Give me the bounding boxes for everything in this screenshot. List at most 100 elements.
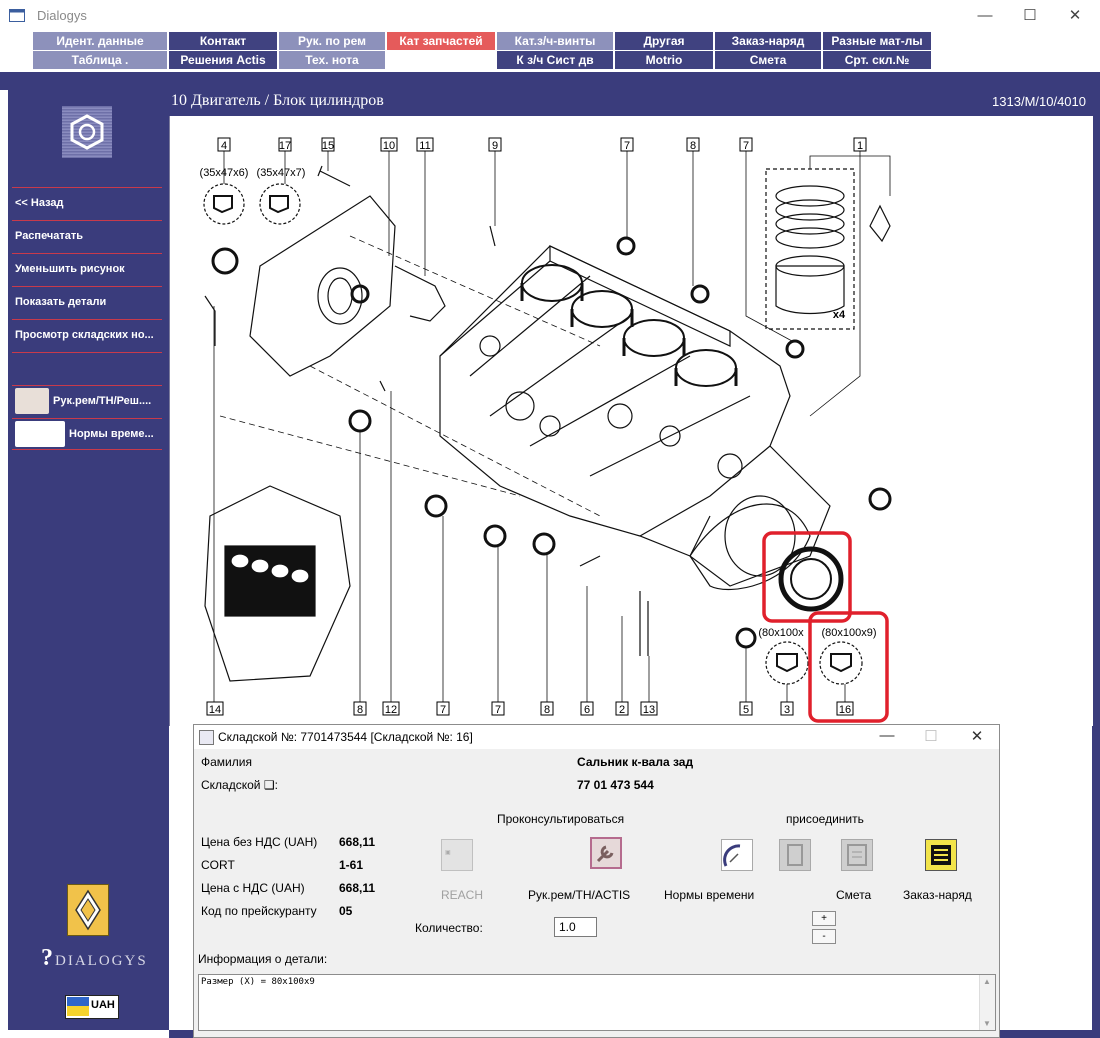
qty-decrement-button[interactable]: - [812,929,836,944]
callout-bottom-2: 2 [615,701,629,716]
tab-engine-parts[interactable]: К з/ч Сист дв [497,51,613,69]
estimate-button[interactable] [841,839,873,871]
tab-materials[interactable]: Разные мат-лы [823,32,931,50]
sidebar-item-print[interactable]: Распечатать [12,220,162,252]
reach-label: REACH [441,888,484,902]
dialog-app-icon [199,730,214,745]
scroll-down-icon[interactable]: ▼ [983,1019,991,1028]
right-strip [1092,90,1100,1038]
gauge-icon [723,844,741,867]
svg-text:5: 5 [743,704,749,716]
tab-screws[interactable]: Кат.з/ч-винты [497,32,613,50]
tab-parts-catalog[interactable]: Кат запчастей [387,32,495,50]
maximize-button[interactable]: ☐ [1007,0,1053,31]
price-vat-value: 668,11 [339,881,376,895]
svg-text:1: 1 [857,140,863,152]
dialog-maximize-button[interactable]: ☐ [916,727,946,745]
nav-band [0,72,1100,90]
stock-label: Складской ❑: [201,778,278,792]
tab-tech-note[interactable]: Тех. нота [279,51,385,69]
callout-top-17: 17 [278,137,292,152]
parts-diagram[interactable]: 4 17 15 10 11 9 7 8 7 1 (35x47x6) (35x47… [169,116,1093,726]
scroll-up-icon[interactable]: ▲ [983,977,991,986]
size-label-1: (35x47x6) [200,167,249,179]
info-scrollbar[interactable]: ▲ ▼ [979,975,995,1030]
tab-repair[interactable]: Рук. по рем [279,32,385,50]
svg-text:16: 16 [839,704,851,716]
qty-increment-button[interactable]: + [812,911,836,926]
callout-top-1: 1 [853,137,867,152]
svg-text:11: 11 [419,140,430,152]
norms-label: Нормы времени [664,888,755,902]
window-titlebar: Dialogys — ☐ ✕ [0,0,1100,32]
callout-bottom-8b: 8 [540,701,554,716]
tab-actis[interactable]: Решения Actis [169,51,277,69]
dialog-close-button[interactable]: ✕ [962,727,992,745]
sidebar-item-zoom-out[interactable]: Уменьшить рисунок [12,253,162,285]
svg-text:7: 7 [624,140,630,152]
catalog-code: 1313/M/10/4010 [992,94,1086,109]
sidebar-shortcut-repair-label: Рук.рем/TH/Реш.... [53,395,152,407]
callout-bottom-5: 5 [739,701,753,716]
qty-input[interactable]: 1.0 [554,917,597,937]
qty-label: Количество: [415,921,483,935]
sidebar-shortcut-norms-label: Нормы време... [69,428,154,440]
tab-contact[interactable]: Контакт [169,32,277,50]
sidebar-shortcut-repair[interactable]: Рук.рем/TH/Реш.... [12,385,162,417]
size-label-4: (80x100x9) [821,627,876,639]
actis-label: Рук.рем/TH/ACTIS [528,888,631,902]
tab-stock-no[interactable]: Срт. скл.№ [823,51,931,69]
tab-table[interactable]: Таблица . [33,51,167,69]
callout-top-4: 4 [217,137,231,152]
svg-text:17: 17 [279,140,291,152]
svg-text:2: 2 [619,704,625,716]
info-textarea[interactable]: Размер (X) = 80x100x9 ▲ ▼ [198,974,996,1031]
sidebar-item-show-details[interactable]: Показать детали [12,286,162,318]
sidebar-item-stock-view[interactable]: Просмотр складских но... [12,319,162,351]
flag-icon [67,997,89,1006]
callout-bottom-8a: 8 [353,701,367,716]
price-no-vat-label: Цена без НДС (UAH) [201,835,318,849]
svg-text:7: 7 [743,140,749,152]
svg-text:8: 8 [690,140,696,152]
sidebar-shortcut-norms[interactable]: Нормы време... [12,418,162,450]
currency-badge: UAH [65,995,119,1019]
currency-label: UAH [91,999,115,1011]
hex-nut-logo-icon [62,106,112,158]
svg-text:9: 9 [492,140,498,152]
tab-other[interactable]: Другая [615,32,713,50]
order-button[interactable] [925,839,957,871]
price-vat-label: Цена с НДС (UAH) [201,881,305,895]
stock-value: 77 01 473 544 [577,778,654,792]
info-text: Размер (X) = 80x100x9 [201,977,315,987]
part-details-dialog: Складской №: 7701473544 [Складской №: 16… [193,724,1000,1038]
minimize-button[interactable]: — [962,0,1008,31]
close-button[interactable]: ✕ [1052,0,1098,31]
reach-button[interactable]: ▣ [441,839,473,871]
dialog-minimize-button[interactable]: — [872,727,902,744]
engine-block-drawing: 4 17 15 10 11 9 7 8 7 1 (35x47x6) (35x47… [200,137,892,723]
document-icon [787,844,803,866]
attach-button-1[interactable] [779,839,811,871]
family-value: Сальник к-вала зад [577,755,694,769]
callout-top-9: 9 [488,137,502,152]
actis-button[interactable] [590,837,622,869]
callout-bottom-16: 16 [836,701,854,716]
callout-bottom-7b: 7 [491,701,505,716]
cort-label: CORT [201,858,235,872]
dialog-title: Складской №: 7701473544 [Складской №: 16… [218,730,473,744]
sidebar-item-back[interactable]: << Назад [12,187,162,219]
tab-work-order[interactable]: Заказ-наряд [715,32,821,50]
norms-button[interactable] [721,839,753,871]
cort-value: 1-61 [339,858,364,872]
tab-ident[interactable]: Идент. данные [33,32,167,50]
tab-estimate[interactable]: Смета [715,51,821,69]
estimate-label: Смета [836,888,872,902]
svg-text:7: 7 [440,704,446,716]
app-icon [9,9,25,22]
info-label: Информация о детали: [198,952,328,966]
callout-top-10: 10 [380,137,398,152]
tab-motrio[interactable]: Motrio [615,51,713,69]
svg-text:14: 14 [209,704,221,716]
size-label-2: (35x47x7) [257,167,306,179]
